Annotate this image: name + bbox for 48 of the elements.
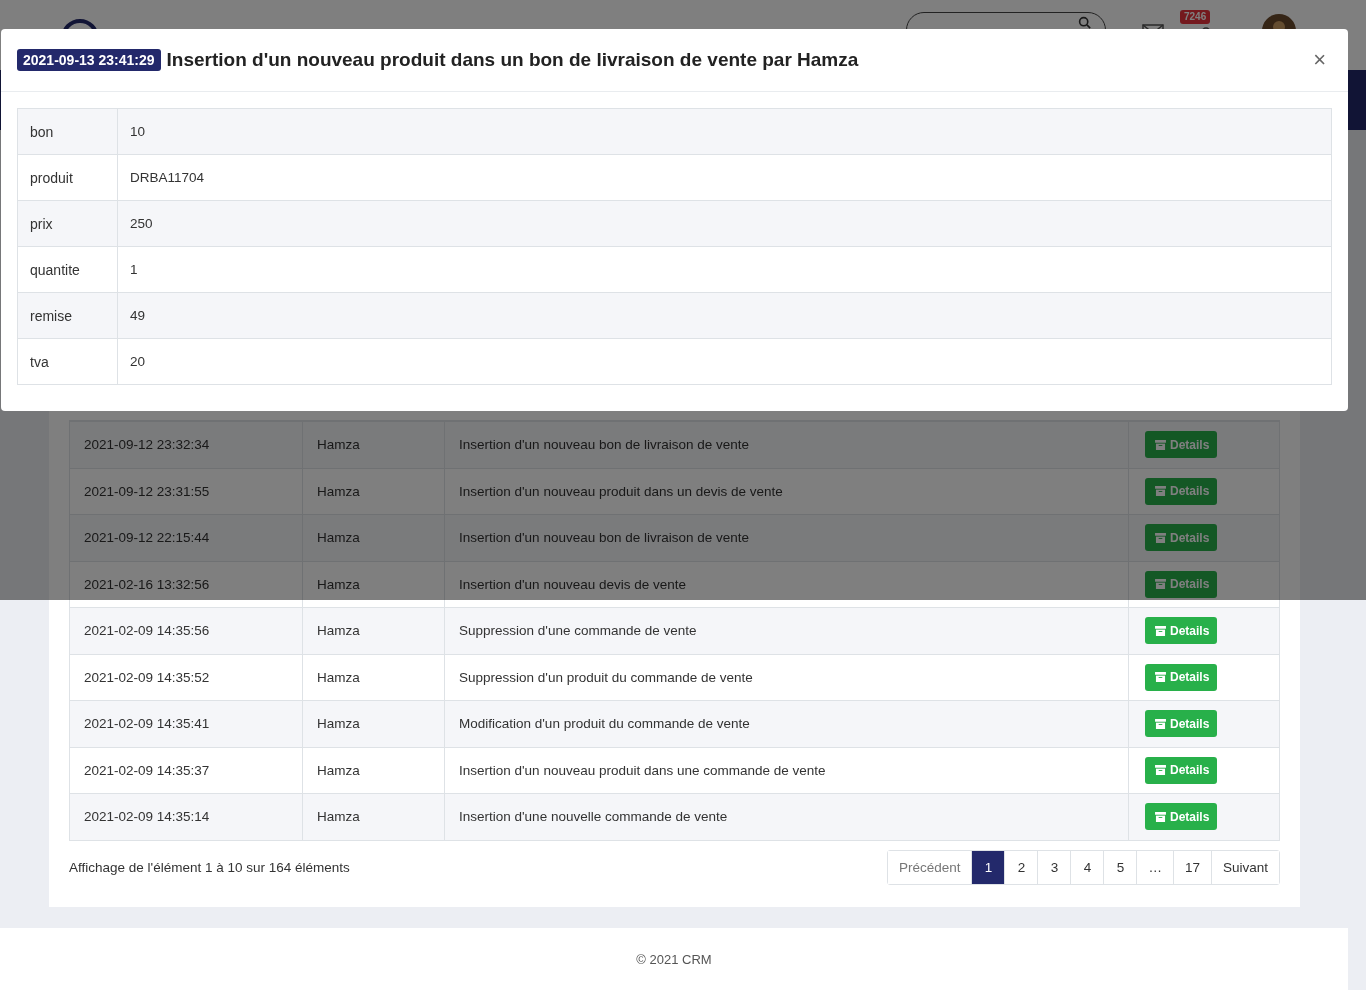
- archive-icon: [1155, 579, 1166, 590]
- table-cell: Insertion d'une nouvelle commande de vente: [445, 794, 1129, 840]
- page-button[interactable]: 1: [971, 850, 1005, 884]
- archive-icon: [1155, 718, 1166, 729]
- table-cell: 2021-02-09 14:35:41: [70, 701, 303, 747]
- search-icon: [1078, 16, 1091, 29]
- table-cell: 2021-02-09 14:35:14: [70, 794, 303, 840]
- close-button[interactable]: ×: [1307, 47, 1332, 73]
- field-label: prix: [18, 201, 118, 246]
- table-cell: 2021-09-12 23:32:34: [70, 422, 303, 468]
- archive-icon: [1155, 625, 1166, 636]
- table-cell: 2021-02-09 14:35:56: [70, 608, 303, 654]
- modal-title: Insertion d'un nouveau produit dans un bon de livraison de vente par Hamza: [166, 49, 860, 71]
- next-button[interactable]: Suivant: [1210, 850, 1279, 884]
- archive-icon: [1155, 532, 1166, 543]
- archive-icon: [1155, 672, 1166, 683]
- field-value: DRBA11704: [129, 169, 206, 187]
- field-label: bon: [18, 109, 118, 154]
- field-value: 1: [129, 261, 139, 279]
- table-cell: Hamza: [303, 794, 445, 840]
- field-value: 10: [129, 123, 147, 141]
- field-value: 49: [129, 307, 147, 325]
- archive-icon: [1155, 765, 1166, 776]
- details-button[interactable]: Details: [1145, 803, 1218, 831]
- field-label: remise: [18, 293, 118, 338]
- field-value: 250: [129, 215, 154, 233]
- timestamp-badge: 2021-09-13 23:41:29: [17, 49, 161, 71]
- table-cell: Hamza: [303, 422, 445, 468]
- archive-icon: [1155, 811, 1166, 822]
- notification-badge: 7246: [1180, 10, 1211, 24]
- table-cell: Hamza: [303, 515, 445, 561]
- table-cell: 2021-09-12 22:15:44: [70, 515, 303, 561]
- pagination-info: Affichage de l'élément 1 à 10 sur 164 éléments: [69, 859, 350, 875]
- archive-icon: [1155, 439, 1166, 450]
- details-button[interactable]: Details: [1145, 663, 1218, 691]
- details-button[interactable]: Details: [1145, 756, 1218, 784]
- copyright-text: © 2021 CRM: [636, 951, 712, 967]
- archive-icon: [1155, 486, 1166, 497]
- field-label: tva: [18, 339, 118, 384]
- table-cell: Suppression d'une commande de vente: [445, 608, 1129, 654]
- table-cell: Insertion d'un nouveau bon de livraison de vente: [445, 515, 1129, 561]
- details-button[interactable]: Details: [1145, 617, 1218, 645]
- field-value: 20: [129, 353, 147, 371]
- table-cell: Insertion d'un nouveau bon de livraison de vente: [445, 422, 1129, 468]
- table-cell: Hamza: [303, 701, 445, 747]
- details-button[interactable]: Details: [1145, 710, 1218, 738]
- table-cell: Modification d'un produit du commande de vente: [445, 701, 1129, 747]
- table-cell: Hamza: [303, 608, 445, 654]
